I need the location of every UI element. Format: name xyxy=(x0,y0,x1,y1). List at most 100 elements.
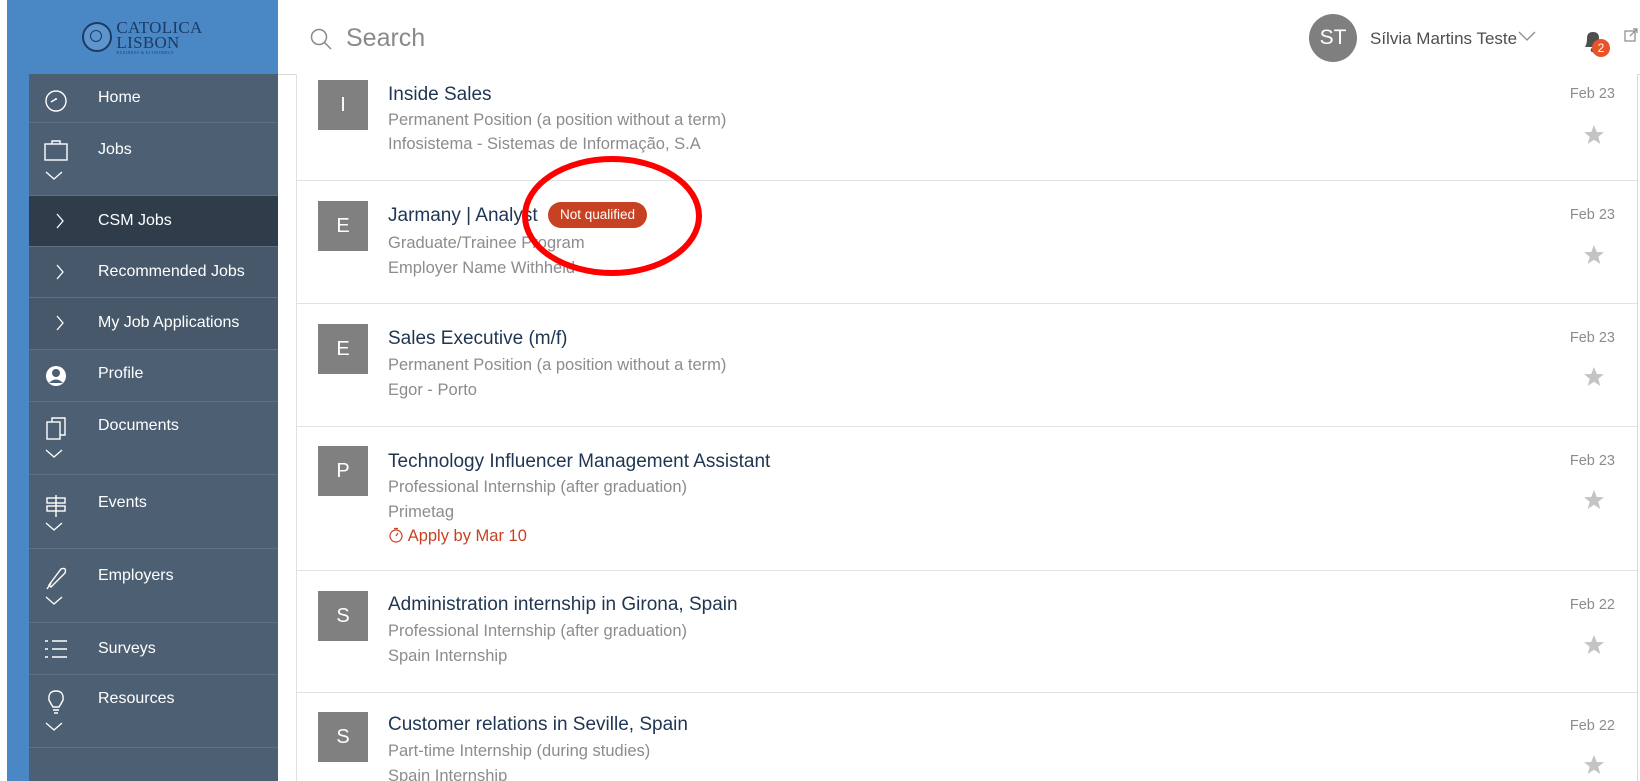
sidebar-item-my-job-applications[interactable]: My Job Applications xyxy=(29,298,278,350)
job-list: I Inside Sales Permanent Position (a pos… xyxy=(296,74,1638,781)
chevron-right-icon xyxy=(56,264,64,280)
profile-icon xyxy=(46,366,66,386)
logo-area[interactable]: CATOLICA LISBON BUSINESS & ECONOMICS xyxy=(7,0,278,74)
logo-tagline: BUSINESS & ECONOMICS xyxy=(116,49,174,55)
star-icon[interactable] xyxy=(1583,124,1605,146)
search-input[interactable]: Search xyxy=(346,24,425,53)
company-initial: E xyxy=(318,201,368,251)
documents-icon xyxy=(46,417,66,440)
chevron-down-icon[interactable] xyxy=(43,720,65,734)
logo-line2: LISBON xyxy=(116,32,180,52)
job-type: Part-time Internship (during studies) xyxy=(388,742,651,760)
apply-deadline: Apply by Mar 10 xyxy=(388,527,527,546)
sidebar-item-label: My Job Applications xyxy=(98,314,240,331)
dashboard-icon xyxy=(45,90,67,112)
search-icon[interactable] xyxy=(310,28,332,50)
catolica-lisbon-logo: CATOLICA LISBON BUSINESS & ECONOMICS xyxy=(82,19,202,55)
sidebar-item-events[interactable]: Events xyxy=(29,475,278,549)
job-type: Professional Internship (after graduatio… xyxy=(388,478,687,496)
annotation-circle xyxy=(522,156,702,276)
company-initial: P xyxy=(318,446,368,496)
lightbulb-icon xyxy=(48,690,64,714)
briefcase-icon xyxy=(44,140,68,161)
sidebar-item-label: Jobs xyxy=(98,141,132,158)
job-card[interactable]: P Technology Influencer Management Assis… xyxy=(297,426,1637,571)
sidebar-item-jobs[interactable]: Jobs xyxy=(29,123,278,196)
posted-date: Feb 23 xyxy=(1569,330,1615,346)
job-type: Permanent Position (a position without a… xyxy=(388,111,727,129)
notification-count-badge: 2 xyxy=(1592,39,1610,57)
job-card[interactable]: E Jarmany | Analyst Not qualified Gradua… xyxy=(297,180,1637,304)
chevron-down-icon[interactable] xyxy=(1518,31,1536,42)
sidebar-item-resources[interactable]: Resources xyxy=(29,675,278,748)
sidebar-item-employers[interactable]: Employers xyxy=(29,549,278,623)
company-name: Spain Internship xyxy=(388,767,508,781)
rocket-icon xyxy=(46,567,67,590)
sidebar-item-label: Recommended Jobs xyxy=(98,263,245,280)
sidebar-item-recommended-jobs[interactable]: Recommended Jobs xyxy=(29,247,278,298)
job-title[interactable]: Inside Sales xyxy=(388,84,492,106)
posted-date: Feb 22 xyxy=(1569,597,1615,613)
chevron-down-icon[interactable] xyxy=(43,447,65,461)
sidebar-item-profile[interactable]: Profile xyxy=(29,350,278,402)
company-name: Employer Name Withheld xyxy=(388,259,576,277)
sidebar-item-label: Documents xyxy=(98,417,179,434)
signpost-icon xyxy=(46,495,66,517)
company-initial: E xyxy=(318,324,368,374)
job-title[interactable]: Sales Executive (m/f) xyxy=(388,328,568,350)
apply-deadline-text: Apply by Mar 10 xyxy=(407,527,527,545)
sidebar-item-csm-jobs[interactable]: CSM Jobs xyxy=(29,196,278,247)
company-name: Primetag xyxy=(388,503,455,521)
star-icon[interactable] xyxy=(1583,634,1605,656)
posted-date: Feb 22 xyxy=(1569,718,1615,734)
sidebar-item-label: Home xyxy=(98,89,141,106)
job-card[interactable]: S Customer relations in Seville, Spain P… xyxy=(297,692,1637,781)
company-name: Spain Internship xyxy=(388,647,508,665)
chevron-down-icon[interactable] xyxy=(43,594,65,608)
seal-icon xyxy=(82,22,113,52)
job-title[interactable]: Customer relations in Seville, Spain xyxy=(388,714,688,736)
sidebar-item-label: Profile xyxy=(98,365,144,382)
job-title[interactable]: Administration internship in Girona, Spa… xyxy=(388,594,738,616)
sidebar-item-label: CSM Jobs xyxy=(98,212,172,229)
company-initial: S xyxy=(318,591,368,641)
job-title[interactable]: Technology Influencer Management Assista… xyxy=(388,451,770,473)
chevron-down-icon[interactable] xyxy=(43,169,65,183)
avatar[interactable]: ST xyxy=(1309,14,1357,62)
company-initial: S xyxy=(318,712,368,762)
posted-date: Feb 23 xyxy=(1569,207,1615,223)
posted-date: Feb 23 xyxy=(1569,86,1615,102)
left-edge xyxy=(0,0,7,781)
top-header: Search ST Sílvia Martins Teste 2 xyxy=(278,0,1640,75)
job-card[interactable]: I Inside Sales Permanent Position (a pos… xyxy=(297,74,1637,181)
star-icon[interactable] xyxy=(1583,489,1605,511)
job-type: Professional Internship (after graduatio… xyxy=(388,622,687,640)
list-icon xyxy=(45,640,67,658)
job-title[interactable]: Jarmany | Analyst xyxy=(388,205,538,227)
sidebar: CATOLICA LISBON BUSINESS & ECONOMICS Hom… xyxy=(7,0,278,781)
sidebar-nav: Home Jobs CSM Jobs Recommended Jobs My J… xyxy=(29,74,278,781)
sidebar-item-home[interactable]: Home xyxy=(29,74,278,123)
company-initial: I xyxy=(318,80,368,130)
sidebar-item-surveys[interactable]: Surveys xyxy=(29,623,278,675)
chevron-right-icon xyxy=(56,213,64,229)
user-name[interactable]: Sílvia Martins Teste xyxy=(1370,29,1517,49)
job-card[interactable]: E Sales Executive (m/f) Permanent Positi… xyxy=(297,303,1637,427)
sidebar-item-documents[interactable]: Documents xyxy=(29,402,278,475)
sidebar-item-label: Resources xyxy=(98,690,175,707)
star-icon[interactable] xyxy=(1583,754,1605,776)
sidebar-item-label: Events xyxy=(98,494,147,511)
chevron-down-icon[interactable] xyxy=(43,520,65,534)
star-icon[interactable] xyxy=(1583,244,1605,266)
external-link-icon[interactable] xyxy=(1624,28,1638,42)
chevron-right-icon xyxy=(56,315,64,331)
sidebar-item-label: Employers xyxy=(98,567,174,584)
company-name: Infosistema - Sistemas de Informação, S.… xyxy=(388,135,701,153)
sidebar-item-label: Surveys xyxy=(98,640,156,657)
job-card[interactable]: S Administration internship in Girona, S… xyxy=(297,570,1637,693)
job-type: Permanent Position (a position without a… xyxy=(388,356,727,374)
posted-date: Feb 23 xyxy=(1569,453,1615,469)
timer-icon xyxy=(389,527,403,543)
company-name: Egor - Porto xyxy=(388,381,477,399)
star-icon[interactable] xyxy=(1583,366,1605,388)
